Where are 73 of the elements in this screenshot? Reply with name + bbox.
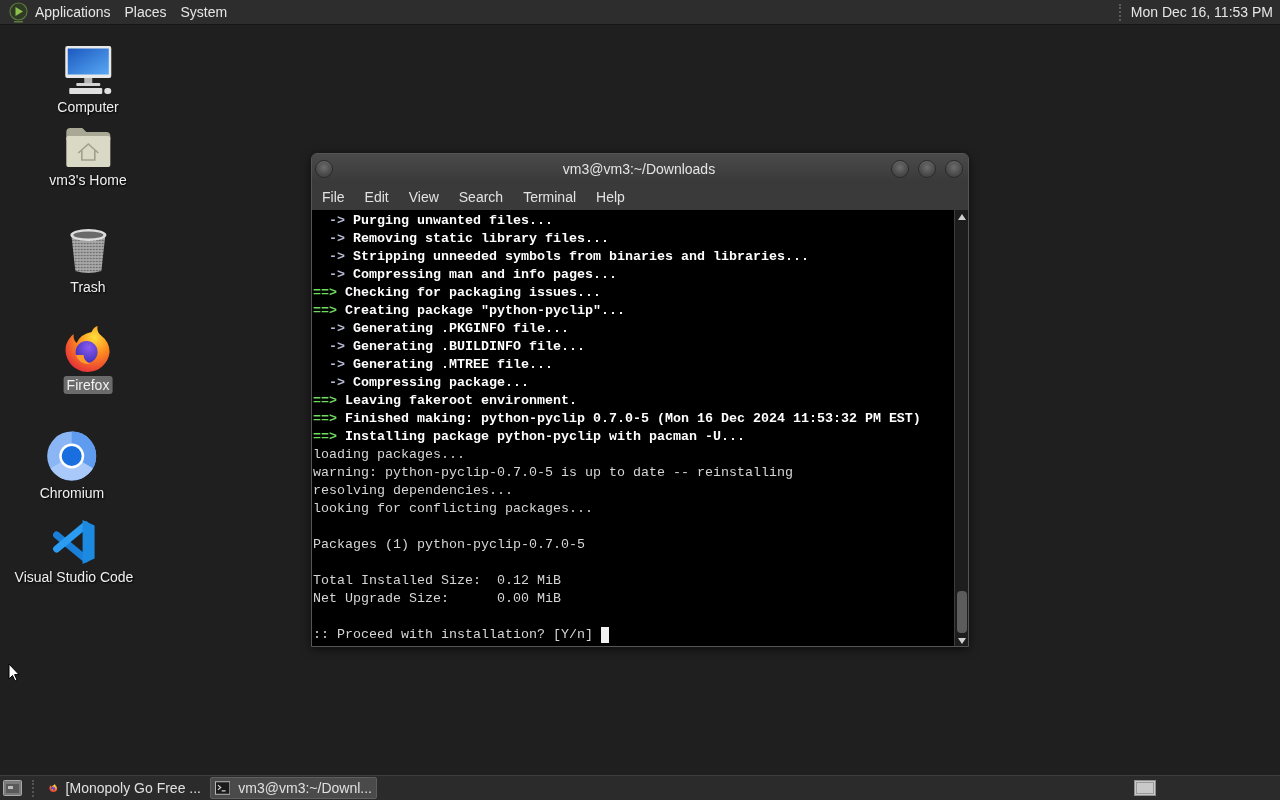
- line-marker: ==>: [313, 284, 337, 302]
- ribbon-logo-icon[interactable]: [52, 519, 96, 565]
- flame-orb-icon[interactable]: [64, 325, 112, 373]
- window-menu-button[interactable]: [315, 159, 333, 178]
- mouse-pointer-icon: [8, 663, 20, 682]
- close-button[interactable]: [945, 159, 963, 178]
- terminal-line: Compressing package...: [353, 374, 529, 392]
- terminal-line: Generating .MTREE file...: [353, 356, 553, 374]
- scroll-up-icon[interactable]: [957, 214, 966, 220]
- terminal-icon: [215, 781, 231, 795]
- taskbar-button[interactable]: vm3@vm3:~/Downl...: [210, 777, 377, 799]
- menu-item[interactable]: Search: [448, 184, 514, 209]
- desktop-icon-label[interactable]: vm3's Home: [46, 171, 130, 189]
- terminal-line: Finished making: python-pyclip 0.7.0-5 (Mon 16 Dec 2024 11:53:32 PM EST): [345, 410, 921, 428]
- terminal-line: Checking for packaging issues...: [345, 284, 601, 302]
- line-marker: ->: [329, 230, 345, 248]
- trash-icon[interactable]: [68, 227, 108, 275]
- home-folder-icon[interactable]: [64, 126, 112, 168]
- panel-menu[interactable]: Applications: [28, 1, 118, 23]
- terminal-line: Creating package "python-pyclip"...: [345, 302, 625, 320]
- line-marker: ->: [329, 356, 345, 374]
- terminal-line: Net Upgrade Size: 0.00 MiB: [313, 590, 561, 608]
- desktop-icon-label[interactable]: Firefox: [63, 376, 113, 394]
- lens-logo-icon[interactable]: [47, 431, 97, 481]
- terminal-line: Removing static library files...: [353, 230, 609, 248]
- menu-item[interactable]: Terminal: [513, 184, 587, 209]
- terminal-line: looking for conflicting packages...: [313, 500, 593, 518]
- desktop-icon-label[interactable]: Chromium: [36, 484, 108, 502]
- scrollbar-thumb[interactable]: [956, 591, 967, 633]
- menu-item[interactable]: View: [398, 184, 449, 209]
- terminal-line: Compressing man and info pages...: [353, 266, 617, 284]
- computer-icon[interactable]: [64, 45, 112, 95]
- menu-item[interactable]: File: [312, 184, 355, 209]
- window-title: vm3@vm3:~/Downloads: [562, 160, 716, 177]
- line-marker: ==>: [313, 302, 337, 320]
- scroll-down-icon[interactable]: [957, 638, 966, 644]
- maximize-button[interactable]: [918, 159, 936, 178]
- line-marker: ->: [329, 320, 345, 338]
- terminal-line: warning: python-pyclip-0.7.0-5 is up to date -- reinstalling: [313, 464, 793, 482]
- terminal-line: Total Installed Size: 0.12 MiB: [313, 572, 561, 590]
- menu-logo-icon[interactable]: [9, 1, 28, 23]
- panel-clock: Mon Dec 16, 11:53 PM: [1129, 4, 1274, 20]
- desktop-icon-label[interactable]: Computer: [54, 98, 122, 116]
- terminal-line: Leaving fakeroot environment.: [345, 392, 577, 410]
- terminal-line: Generating .BUILDINFO file...: [353, 338, 585, 356]
- scrollbar-track[interactable]: [954, 210, 968, 646]
- desktop-icon-label[interactable]: Visual Studio Code: [11, 568, 137, 586]
- minimize-button[interactable]: [891, 159, 909, 178]
- line-marker: ->: [329, 212, 345, 230]
- terminal-line: Generating .PKGINFO file...: [353, 320, 569, 338]
- line-marker: ->: [329, 266, 345, 284]
- terminal-line: Stripping unneeded symbols from binaries and libraries...: [353, 248, 809, 266]
- menu-item[interactable]: Help: [586, 184, 635, 209]
- line-marker: ==>: [313, 392, 337, 410]
- terminal-line: loading packages...: [313, 446, 465, 464]
- line-marker: ==>: [313, 410, 337, 428]
- line-marker: ->: [329, 338, 345, 356]
- line-marker: ->: [329, 374, 345, 392]
- line-marker: ==>: [313, 428, 337, 446]
- workspace-switcher-icon[interactable]: [1134, 780, 1156, 796]
- terminal-line: Installing package python-pyclip with pacman -U...: [345, 428, 745, 446]
- terminal-line: Purging unwanted files...: [353, 212, 553, 230]
- text-cursor: [600, 627, 609, 643]
- panel-menu[interactable]: System: [173, 1, 235, 23]
- taskbar-button[interactable]: [Monopoly Go Free ...: [44, 777, 206, 799]
- show-desktop-icon[interactable]: [3, 780, 22, 796]
- terminal-line: Packages (1) python-pyclip-0.7.0-5: [313, 536, 585, 554]
- panel-menu[interactable]: Places: [117, 1, 174, 23]
- desktop-icon-label[interactable]: Trash: [67, 278, 109, 296]
- terminal-line: :: Proceed with installation? [Y/n]: [313, 626, 593, 644]
- terminal-line: resolving dependencies...: [313, 482, 513, 500]
- line-marker: ->: [329, 248, 345, 266]
- menu-item[interactable]: Edit: [354, 184, 399, 209]
